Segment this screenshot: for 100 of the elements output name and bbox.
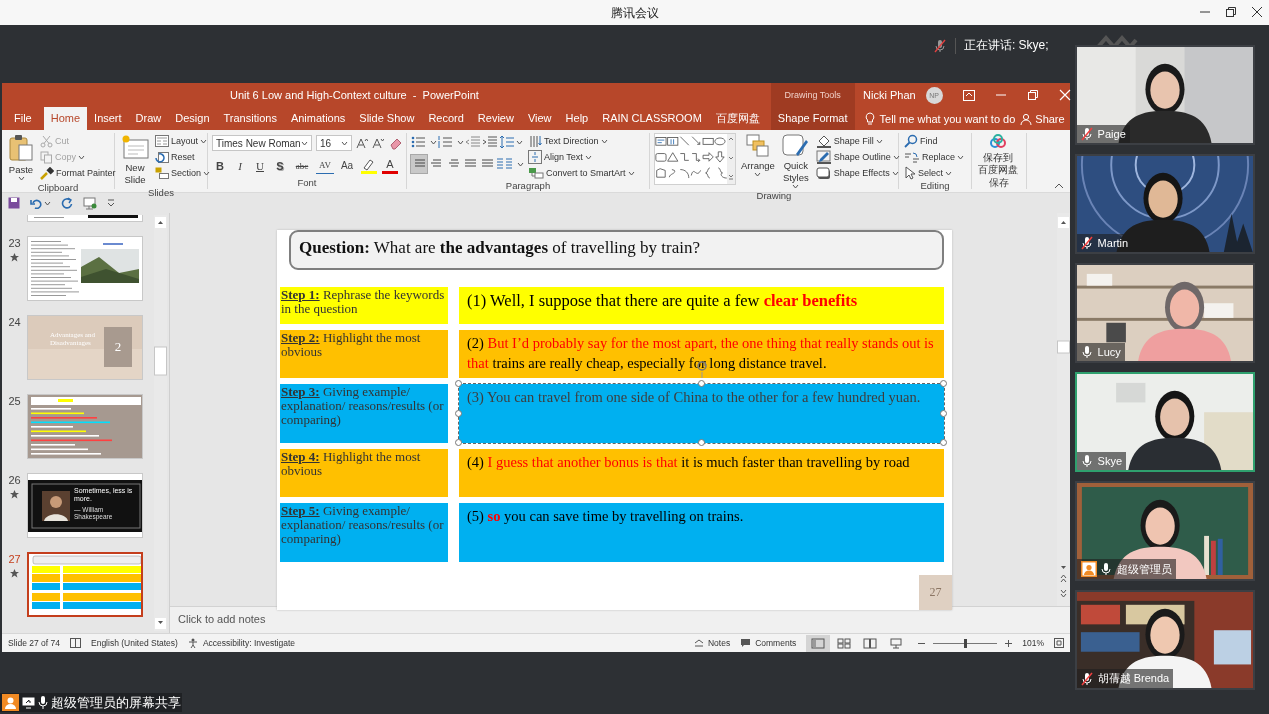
fit-slide-icon[interactable] — [1054, 638, 1064, 648]
format-button[interactable]: B — [212, 157, 228, 174]
arrange-icon — [745, 134, 770, 158]
group-label: Slides — [147, 187, 175, 198]
eraser-icon[interactable] — [388, 136, 402, 150]
notes-field[interactable]: Click to add notes — [178, 613, 266, 627]
ribbon-tab[interactable]: Slide Show — [352, 107, 422, 130]
ribbon-tab[interactable]: View — [520, 107, 559, 130]
ribbon-tab[interactable]: Help — [558, 107, 596, 130]
ribbon-button[interactable]: Reset — [154, 150, 212, 164]
step-label: Step 4: Highlight the most obvious — [280, 449, 448, 497]
resize-handle[interactable] — [455, 409, 462, 417]
line-spacing-icon[interactable] — [499, 135, 515, 149]
ribbon-display-icon[interactable] — [962, 89, 975, 101]
ribbon-button[interactable]: Format Painter — [39, 166, 117, 180]
slide-thumbnail[interactable] — [27, 394, 143, 459]
shapes-gallery[interactable] — [654, 133, 736, 185]
comments-button[interactable]: Comments — [755, 638, 797, 648]
caret-icon — [516, 139, 523, 145]
ribbon-button[interactable]: Text Direction — [527, 134, 636, 148]
paintbrush-icon — [40, 166, 54, 180]
font-size-field[interactable]: 16 — [316, 135, 352, 151]
save-icon[interactable] — [8, 197, 20, 209]
close-icon[interactable] — [1251, 6, 1263, 18]
accessibility-status[interactable]: Accessibility: Investigate — [202, 638, 296, 648]
star-icon — [10, 569, 19, 578]
ribbon-button[interactable]: Paste — [6, 133, 36, 182]
slide-thumbnail[interactable] — [27, 236, 143, 301]
resize-handle[interactable] — [697, 439, 705, 446]
slider-thumb[interactable] — [964, 638, 968, 648]
slide-thumbnail[interactable] — [27, 215, 143, 222]
ribbon-button[interactable]: Select — [903, 166, 966, 180]
ribbon-button[interactable]: Shape Outline — [814, 150, 901, 164]
spelling-icon[interactable] — [70, 638, 81, 648]
format-button[interactable]: abc — [292, 157, 312, 174]
ribbon-button[interactable]: New Slide — [119, 133, 151, 187]
step-label: Step 1: Rephrase the keywords in the question — [280, 287, 448, 324]
maximize-icon[interactable] — [1225, 6, 1237, 18]
format-button[interactable]: I — [232, 157, 248, 174]
format-button[interactable]: AV — [316, 157, 334, 174]
copy-icon — [40, 150, 53, 164]
align-text-icon — [528, 150, 542, 164]
notes-button[interactable]: Notes — [707, 638, 731, 648]
increase-font-icon[interactable] — [356, 137, 368, 149]
undo-icon[interactable] — [30, 197, 42, 209]
cursor-icon — [904, 166, 916, 180]
language-label[interactable]: English (United States) — [91, 638, 178, 648]
ribbon-tab[interactable]: Insert — [87, 107, 129, 130]
format-button[interactable]: U — [252, 157, 268, 174]
ribbon-tab[interactable]: File — [2, 107, 44, 130]
ribbon-button[interactable]: Find — [903, 134, 966, 148]
accessibility-icon — [187, 637, 199, 649]
ribbon-tab[interactable]: 百度网盘 — [708, 107, 767, 130]
ribbon-tab[interactable]: Home — [43, 107, 88, 130]
present-icon[interactable] — [83, 196, 97, 210]
scrollbar[interactable] — [153, 215, 167, 631]
resize-handle[interactable] — [940, 439, 947, 446]
format-button[interactable]: Aa — [338, 157, 356, 174]
align-button[interactable] — [411, 155, 427, 173]
decrease-font-icon[interactable] — [372, 137, 384, 149]
collapse-ribbon-icon[interactable] — [1054, 183, 1064, 189]
ribbon-tab[interactable]: Shape Format — [770, 107, 855, 130]
share-button[interactable]: Share — [1020, 112, 1065, 125]
ribbon-tab[interactable]: Design — [168, 107, 217, 130]
ribbon-button[interactable]: Shape Effects — [814, 166, 901, 180]
resize-handle[interactable] — [455, 439, 462, 446]
group-label: Editing — [919, 180, 951, 191]
ribbon-tab[interactable]: Review — [470, 107, 521, 130]
format-button[interactable]: A — [382, 157, 398, 174]
align-icon — [481, 159, 493, 169]
resize-handle[interactable] — [697, 380, 705, 387]
ribbon-tab[interactable]: Animations — [283, 107, 353, 130]
ribbon-tab[interactable]: RAIN CLASSROOM — [595, 107, 709, 130]
resize-handle[interactable] — [940, 409, 947, 417]
search-field[interactable]: Tell me what you want to do — [879, 112, 1016, 125]
ribbon-tab[interactable]: Record — [421, 107, 471, 130]
ribbon-button[interactable]: 保存到 百度网盘 — [976, 133, 1020, 177]
font-name-field[interactable]: Times New Roman — [212, 135, 312, 151]
ribbon-button[interactable]: Shape Fill — [814, 134, 901, 148]
ribbon-button[interactable]: Section — [154, 166, 212, 180]
restore-icon[interactable] — [1026, 89, 1039, 101]
ribbon-tab[interactable]: Transitions — [216, 107, 284, 130]
ribbon-button[interactable]: Arrange — [739, 133, 777, 178]
ribbon-button[interactable]: Quick Styles — [779, 133, 812, 190]
zoom-level[interactable]: 101% — [1022, 638, 1044, 648]
customize-icon[interactable] — [107, 199, 115, 207]
resize-handle[interactable] — [455, 380, 462, 387]
ribbon-button[interactable]: Replace — [903, 150, 966, 164]
increase-indent-icon[interactable] — [482, 135, 498, 149]
ribbon-button[interactable]: Convert to SmartArt — [527, 166, 636, 180]
highlighter-icon[interactable] — [360, 157, 378, 174]
slide-thumbnail[interactable] — [27, 552, 143, 617]
screen-share-label: 超级管理员的屏幕共享 — [51, 693, 181, 712]
resize-handle[interactable] — [940, 380, 947, 387]
ribbon-tab[interactable]: Draw — [128, 107, 169, 130]
format-button[interactable]: S — [272, 157, 288, 174]
ribbon-button[interactable]: Layout — [154, 134, 212, 148]
zoom-in-icon[interactable] — [1005, 639, 1013, 647]
ribbon-button[interactable]: Align Text — [527, 150, 636, 164]
redo-icon[interactable] — [61, 197, 73, 209]
